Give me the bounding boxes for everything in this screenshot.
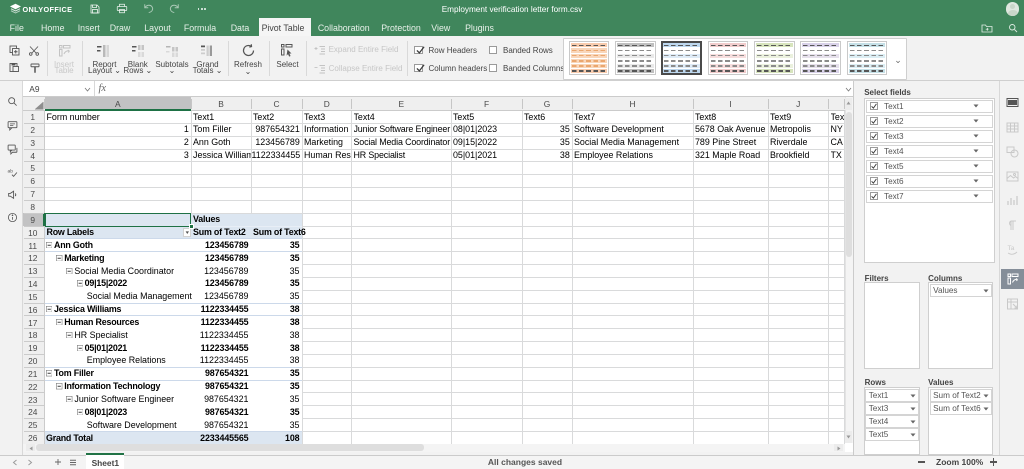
svg-text:Ta: Ta: [1007, 245, 1014, 252]
svg-text:ab: ab: [8, 168, 14, 174]
